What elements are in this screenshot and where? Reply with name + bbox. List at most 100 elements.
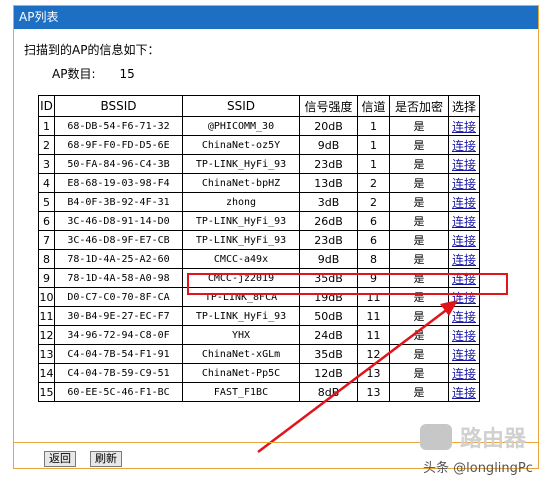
cell-bssid: 68-DB-54-F6-71-32 <box>54 116 183 136</box>
connect-link[interactable]: 连接 <box>452 196 476 210</box>
cell-ssid: YHX <box>182 325 300 345</box>
cell-channel: 11 <box>357 325 390 345</box>
cell-channel: 13 <box>357 382 390 402</box>
cell-id: 6 <box>38 211 55 231</box>
cell-encrypted: 是 <box>389 325 449 345</box>
table-row: 6 3C-46-D8-91-14-D0 TP-LINK_HyFi_93 26dB 6 是连… <box>38 211 480 231</box>
connect-link[interactable]: 连接 <box>452 177 476 191</box>
col-header-bssid: BSSID <box>54 95 183 117</box>
col-header-select: 选择 <box>448 95 480 117</box>
connect-link[interactable]: 连接 <box>452 234 476 248</box>
table-row: 9 78-1D-4A-58-A0-98 CMCC-jz2019 35dB 9 是连接 <box>38 268 480 288</box>
cell-bssid: C4-04-7B-54-F1-91 <box>54 344 183 364</box>
connect-link[interactable]: 连接 <box>452 253 476 267</box>
cell-id: 8 <box>38 249 55 269</box>
cell-bssid: 34-96-72-94-C8-0F <box>54 325 183 345</box>
cell-encrypted: 是 <box>389 306 449 326</box>
cell-bssid: 78-1D-4A-25-A2-60 <box>54 249 183 269</box>
cell-bssid: 60-EE-5C-46-F1-BC <box>54 382 183 402</box>
cell-select: 连接 <box>448 154 480 174</box>
cell-channel: 11 <box>357 287 390 307</box>
cell-channel: 8 <box>357 249 390 269</box>
connect-link[interactable]: 连接 <box>452 120 476 134</box>
cell-ssid: @PHICOMM_30 <box>182 116 300 136</box>
cell-select: 连接 <box>448 211 480 231</box>
cell-encrypted: 是 <box>389 230 449 250</box>
cell-signal: 3dB <box>299 192 358 212</box>
cell-bssid: 3C-46-D8-9F-E7-CB <box>54 230 183 250</box>
refresh-button[interactable]: 刷新 <box>90 451 122 467</box>
cell-id: 5 <box>38 192 55 212</box>
table-row: 1 68-DB-54-F6-71-32 @PHICOMM_30 20dB 1 是连接 <box>38 116 480 136</box>
cell-encrypted: 是 <box>389 192 449 212</box>
connect-link[interactable]: 连接 <box>452 329 476 343</box>
cell-select: 连接 <box>448 325 480 345</box>
cell-id: 12 <box>38 325 55 345</box>
cell-encrypted: 是 <box>389 154 449 174</box>
cell-id: 3 <box>38 154 55 174</box>
cell-channel: 6 <box>357 211 390 231</box>
cell-signal: 8dB <box>299 382 358 402</box>
table-row: 8 78-1D-4A-25-A2-60 CMCC-a49x 9dB 8 是连接 <box>38 249 480 269</box>
back-button[interactable]: 返回 <box>44 451 76 467</box>
cell-id: 14 <box>38 363 55 383</box>
cell-id: 15 <box>38 382 55 402</box>
connect-link[interactable]: 连接 <box>452 158 476 172</box>
cell-bssid: 78-1D-4A-58-A0-98 <box>54 268 183 288</box>
cell-signal: 24dB <box>299 325 358 345</box>
col-header-signal: 信号强度 <box>299 95 358 117</box>
cell-ssid: FAST_F1BC <box>182 382 300 402</box>
cell-channel: 13 <box>357 363 390 383</box>
cell-ssid: CMCC-a49x <box>182 249 300 269</box>
cell-select: 连接 <box>448 306 480 326</box>
cell-select: 连接 <box>448 344 480 364</box>
cell-signal: 26dB <box>299 211 358 231</box>
connect-link[interactable]: 连接 <box>452 348 476 362</box>
connect-link[interactable]: 连接 <box>452 386 476 400</box>
connect-link[interactable]: 连接 <box>452 139 476 153</box>
cell-bssid: 68-9F-F0-FD-D5-6E <box>54 135 183 155</box>
cell-select: 连接 <box>448 363 480 383</box>
cell-bssid: E8-68-19-03-98-F4 <box>54 173 183 193</box>
cell-select: 连接 <box>448 268 480 288</box>
cell-id: 10 <box>38 287 55 307</box>
cell-signal: 9dB <box>299 135 358 155</box>
table-row: 5 B4-0F-3B-92-4F-31 zhong 3dB 2 是连接 <box>38 192 480 212</box>
cell-channel: 1 <box>357 154 390 174</box>
cell-signal: 50dB <box>299 306 358 326</box>
cell-signal: 19dB <box>299 287 358 307</box>
table-row: 14 C4-04-7B-59-C9-51 ChinaNet-Pp5C 12dB 13 是连… <box>38 363 480 383</box>
cell-ssid: TP-LINK_HyFi_93 <box>182 306 300 326</box>
cell-select: 连接 <box>448 116 480 136</box>
connect-link[interactable]: 连接 <box>452 215 476 229</box>
col-header-channel: 信道 <box>357 95 390 117</box>
cell-id: 2 <box>38 135 55 155</box>
watermark-logo-text: 路由器 <box>460 427 527 452</box>
connect-link[interactable]: 连接 <box>452 310 476 324</box>
cell-channel: 1 <box>357 116 390 136</box>
cell-channel: 12 <box>357 344 390 364</box>
table-row: 7 3C-46-D8-9F-E7-CB TP-LINK_HyFi_93 23dB 6 是连… <box>38 230 480 250</box>
connect-link[interactable]: 连接 <box>452 291 476 305</box>
cell-ssid: ChinaNet-Pp5C <box>182 363 300 383</box>
cell-encrypted: 是 <box>389 268 449 288</box>
ap-count-value: 15 <box>119 67 135 81</box>
cell-id: 13 <box>38 344 55 364</box>
cell-encrypted: 是 <box>389 287 449 307</box>
ap-table: ID BSSID SSID 信号强度 信道 是否加密 选择 1 68-DB-54-… <box>38 95 480 402</box>
cell-ssid: TP-LINK_HyFi_93 <box>182 211 300 231</box>
cell-channel: 1 <box>357 135 390 155</box>
cell-ssid: ChinaNet-bpHZ <box>182 173 300 193</box>
cell-bssid: B4-0F-3B-92-4F-31 <box>54 192 183 212</box>
cell-ssid: TP-LINK_HyFi_93 <box>182 154 300 174</box>
table-header-row: ID BSSID SSID 信号强度 信道 是否加密 选择 <box>38 95 480 117</box>
connect-link[interactable]: 连接 <box>452 367 476 381</box>
table-row: 12 34-96-72-94-C8-0F YHX 24dB 11 是连接 <box>38 325 480 345</box>
connect-link[interactable]: 连接 <box>452 272 476 286</box>
cell-signal: 35dB <box>299 268 358 288</box>
cell-signal: 35dB <box>299 344 358 364</box>
cell-encrypted: 是 <box>389 363 449 383</box>
table-row: 2 68-9F-F0-FD-D5-6E ChinaNet-oz5Y 9dB 1 是连接 <box>38 135 480 155</box>
cell-select: 连接 <box>448 192 480 212</box>
table-row: 10 D0-C7-C0-70-8F-CA TP-LINK_8FCA 19dB 11 是连接 <box>38 287 480 307</box>
